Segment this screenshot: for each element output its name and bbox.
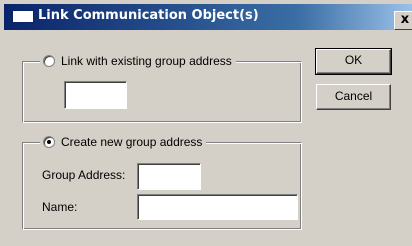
existing-address-input[interactable] [64,81,127,109]
title-bar: Link Communication Object(s) x [4,4,412,30]
link-existing-label: Link with existing group address [61,54,232,68]
link-existing-option[interactable]: Link with existing group address [40,53,236,69]
create-new-label: Create new group address [61,135,203,149]
name-input[interactable] [137,194,298,220]
create-new-radio[interactable] [43,136,55,148]
window-icon [12,10,34,23]
link-existing-radio[interactable] [43,55,55,67]
link-communication-object-dialog: Link Communication Object(s) x Link with… [0,0,412,246]
cancel-button[interactable]: Cancel [316,84,391,110]
create-new-option[interactable]: Create new group address [40,134,207,150]
name-label: Name: [42,200,78,214]
close-button[interactable]: x [394,11,412,30]
window-title: Link Communication Object(s) [38,8,259,23]
group-address-input[interactable] [137,163,201,190]
group-address-label: Group Address: [42,168,126,182]
ok-button[interactable]: OK [315,48,392,75]
